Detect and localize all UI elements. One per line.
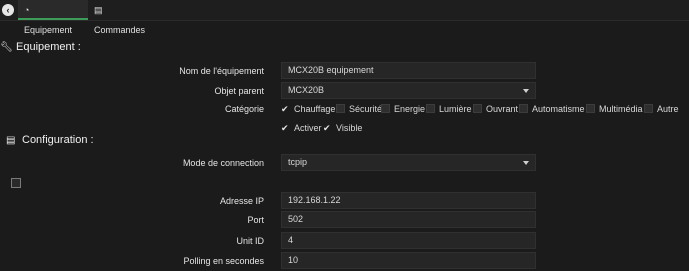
category-automatisme-checkbox[interactable]: Automatisme (519, 104, 585, 114)
checkbox-empty-icon (426, 104, 435, 113)
checkmark-icon: ✔ (281, 123, 289, 133)
objet-parent-label: Objet parent (214, 86, 264, 96)
list-icon: ▤ (94, 5, 103, 15)
activer-checkbox[interactable]: ✔ Activer (281, 123, 322, 134)
chevron-down-icon (523, 161, 529, 165)
polling-input[interactable]: 10 (281, 252, 536, 269)
chevron-left-icon: ‹ (6, 5, 10, 15)
chevron-down-icon (523, 89, 529, 93)
category-label: Lumière (439, 104, 472, 114)
tab-equipement[interactable]: ◔ Equipement (18, 0, 88, 35)
tab-bar: ‹ ◔ Equipement ▤ Commandes (0, 0, 689, 35)
objet-parent-value: MCX20B (288, 85, 325, 95)
category-chauffage-checkbox[interactable]: ✔ Chauffage (281, 104, 335, 115)
section-configuration-title: ▤ Configuration : (6, 134, 94, 146)
category-label: Multimédia (599, 104, 643, 114)
unit-id-label: Unit ID (236, 236, 264, 246)
polling-label: Polling en secondes (183, 256, 264, 266)
unit-id-value: 4 (288, 235, 294, 245)
category-ouvrant-checkbox[interactable]: Ouvrant (473, 104, 518, 114)
category-autre-checkbox[interactable]: Autre (644, 104, 679, 114)
checkbox-empty-icon (336, 104, 345, 113)
port-label: Port (247, 215, 264, 225)
section-configuration-label: Configuration : (22, 134, 94, 146)
adresse-ip-input[interactable]: 192.168.1.22 (281, 192, 536, 209)
port-value: 502 (288, 214, 304, 224)
back-button[interactable]: ‹ (2, 4, 14, 16)
unit-id-input[interactable]: 4 (281, 232, 536, 249)
category-label: Ouvrant (486, 104, 519, 114)
checkbox-empty-icon (644, 104, 653, 113)
adresse-ip-value: 192.168.1.22 (288, 195, 341, 205)
section-equipement-label: Equipement : (16, 41, 81, 53)
category-multimedia-checkbox[interactable]: Multimédia (586, 104, 643, 114)
objet-parent-select[interactable]: MCX20B (281, 82, 536, 99)
adresse-ip-label: Adresse IP (219, 196, 264, 206)
category-label: Autre (657, 104, 679, 114)
category-lumiere-checkbox[interactable]: Lumière (426, 104, 472, 114)
tab-commandes-label: Commandes (94, 25, 146, 35)
nom-input[interactable]: MCX20B equipement (281, 62, 536, 79)
category-label: Sécurité (349, 104, 383, 114)
categorie-label: Catégorie (224, 104, 264, 114)
category-securite-checkbox[interactable]: Sécurité (336, 104, 382, 114)
category-label: Chauffage (294, 104, 336, 114)
nom-label: Nom de l'équipement (179, 66, 264, 76)
mode-connexion-label: Mode de connection (182, 158, 264, 168)
mode-connexion-value: tcpip (288, 157, 308, 167)
port-input[interactable]: 502 (281, 211, 536, 228)
list-icon: ▤ (6, 135, 16, 146)
section-equipement-title: 🔧︎ Equipement : (0, 41, 81, 53)
tachometer-icon: ◔ (24, 5, 30, 15)
nom-value: MCX20B equipement (288, 65, 374, 75)
checkbox-empty-icon (381, 104, 390, 113)
tab-commandes[interactable]: ▤ Commandes (88, 0, 158, 35)
checkbox-empty-icon (519, 104, 528, 113)
visible-checkbox[interactable]: ✔ Visible (323, 123, 362, 134)
checkmark-icon: ✔ (323, 123, 331, 133)
polling-value: 10 (288, 255, 299, 265)
checkbox-empty-icon (473, 104, 482, 113)
broken-image-icon (11, 178, 21, 188)
category-label: Energie (394, 104, 426, 114)
tab-equipement-label: Equipement (24, 25, 73, 35)
category-energie-checkbox[interactable]: Energie (381, 104, 425, 114)
mode-connexion-select[interactable]: tcpip (281, 154, 536, 171)
visible-label: Visible (336, 123, 363, 133)
wrench-icon: 🔧︎ (0, 42, 13, 53)
checkbox-empty-icon (586, 104, 595, 113)
checkmark-icon: ✔ (281, 104, 289, 114)
activer-label: Activer (294, 123, 322, 133)
category-label: Automatisme (532, 104, 585, 114)
